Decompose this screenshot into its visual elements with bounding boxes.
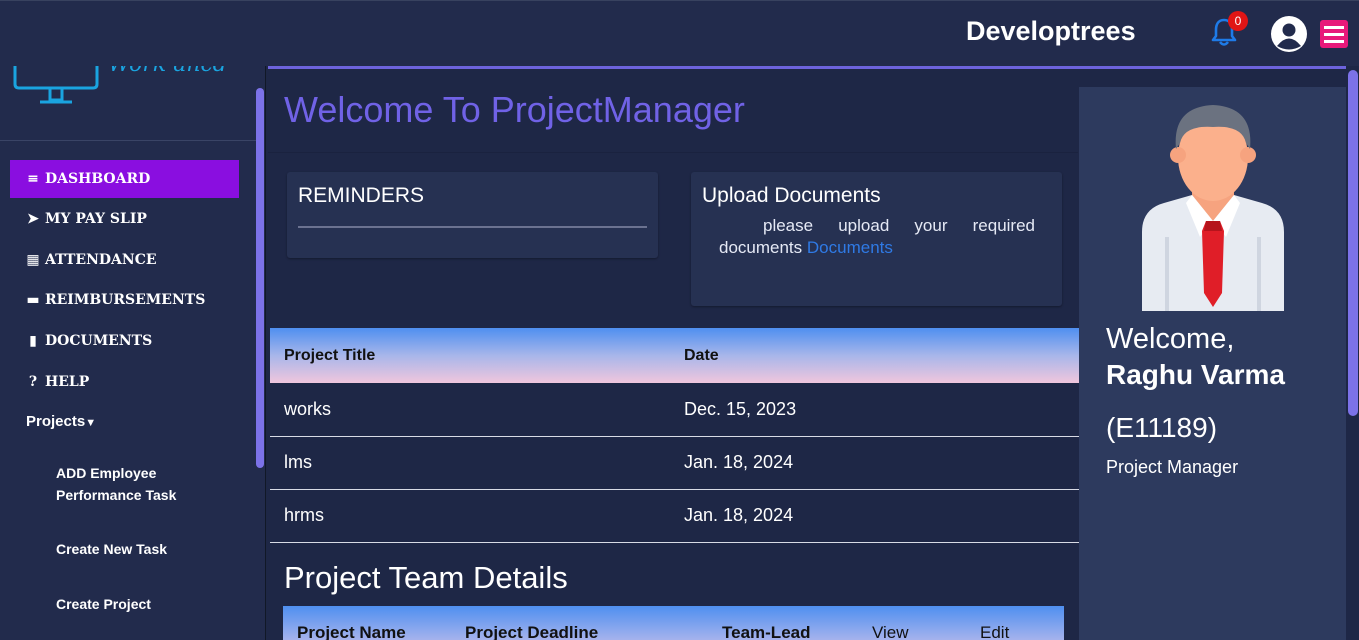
sidebar-item-reimbursements[interactable]: ▬ REIMBURSEMENTS [10, 281, 239, 319]
sidebar-item-label: MY PAY SLIP [45, 211, 147, 227]
logo[interactable]: Work ancd [0, 66, 256, 141]
profile-avatar-image [1142, 97, 1284, 311]
sidebar-subitem-create-new-task[interactable]: Create New Task [56, 538, 167, 560]
notification-count-badge: 0 [1228, 11, 1248, 31]
column-header: Project Name [297, 623, 406, 640]
sidebar-item-my-pay-slip[interactable]: ➤ MY PAY SLIP [10, 200, 239, 238]
profile-role: Project Manager [1106, 457, 1239, 477]
bars-icon: ≡ [27, 171, 39, 187]
project-title-cell: works [284, 398, 332, 419]
menu-bar-icon [1324, 39, 1344, 43]
project-date-cell: Jan. 18, 2024 [684, 505, 794, 525]
reminders-title: REMINDERS [298, 184, 425, 207]
column-header: Project Deadline [465, 623, 599, 640]
project-date-cell: Jan. 18, 2024 [684, 452, 794, 472]
user-avatar-icon[interactable] [1270, 15, 1308, 53]
projects-label: Projects [26, 413, 86, 430]
sidebar-item-dashboard[interactable]: ≡ DASHBOARD [10, 160, 239, 198]
sidebar-item-attendance[interactable]: ▦ ATTENDANCE [10, 241, 239, 279]
team-table-header: Project Name Project Deadline Team-Lead … [283, 606, 1064, 640]
sidebar-subitem-create-project[interactable]: Create Project [56, 593, 151, 615]
page-title: Welcome To ProjectManager [284, 89, 745, 130]
profile-employee-id: (E11189) [1106, 412, 1218, 443]
sidebar-subitem-add-employee-performance-task[interactable]: ADD Employee Performance Task [56, 462, 206, 506]
divider [298, 226, 647, 228]
table-row[interactable]: hrms Jan. 18, 2024 [270, 489, 1080, 542]
menu-bar-icon [1324, 32, 1344, 36]
question-circle-icon: ? [28, 374, 38, 390]
profile-user-name: Raghu Varma [1106, 359, 1285, 390]
column-header: Edit [980, 623, 1010, 640]
main-content: Welcome To ProjectManager REMINDERS Uplo… [268, 66, 1346, 640]
profile-welcome-text: Welcome, [1106, 323, 1235, 355]
brand-title: Developtrees [966, 16, 1136, 46]
sidebar-item-label: HELP [45, 374, 90, 390]
documents-link[interactable]: Documents [807, 238, 893, 257]
table-header-row: Project Title Date [270, 328, 1080, 383]
hamburger-menu-button[interactable] [1320, 20, 1348, 48]
paper-plane-icon: ➤ [27, 211, 39, 227]
table-row[interactable]: lms Jan. 18, 2024 [270, 436, 1080, 489]
projects-dropdown-toggle[interactable]: Projects▼ [26, 413, 96, 430]
sidebar-item-label: DASHBOARD [45, 171, 151, 187]
caret-down-icon: ▼ [85, 417, 97, 429]
upload-documents-title: Upload Documents [702, 184, 881, 207]
upload-documents-text: please upload your required documents Do… [719, 215, 1035, 259]
table-row[interactable]: works Dec. 15, 2023 [270, 383, 1080, 436]
sidebar-item-documents[interactable]: ▮ DOCUMENTS [10, 322, 239, 360]
logo-text: Work ancd [108, 66, 227, 77]
column-header: Date [684, 346, 719, 364]
reminders-card: REMINDERS [287, 172, 658, 258]
sidebar-item-help[interactable]: ? HELP [10, 363, 239, 401]
team-details-title: Project Team Details [284, 560, 568, 595]
file-icon: ▮ [29, 333, 37, 349]
sidebar-item-label: ATTENDANCE [45, 252, 157, 268]
sidebar-item-label: REIMBURSEMENTS [45, 292, 206, 308]
column-header: Team-Lead [722, 623, 811, 640]
main-scrollbar[interactable] [1348, 70, 1358, 416]
welcome-banner: Welcome To ProjectManager [268, 69, 1078, 153]
project-date-cell: Dec. 15, 2023 [684, 398, 797, 419]
sidebar: Work ancd ≡ DASHBOARD ➤ MY PAY SLIP ▦ AT… [0, 66, 266, 640]
column-header: Project Title [284, 346, 376, 364]
credit-card-icon: ▬ [26, 292, 40, 308]
column-header: View [872, 623, 909, 640]
sidebar-scrollbar[interactable] [256, 88, 264, 468]
project-title-cell: hrms [284, 505, 324, 525]
profile-card: Welcome, Raghu Varma (E11189) Project Ma… [1079, 87, 1346, 640]
top-navbar: Developtrees 0 [0, 0, 1359, 66]
projects-table: Project Title Date works Dec. 15, 2023 l… [270, 328, 1080, 543]
upload-documents-card: Upload Documents please upload your requ… [691, 172, 1062, 306]
menu-bar-icon [1324, 25, 1344, 29]
calendar-icon: ▦ [26, 252, 40, 268]
sidebar-item-label: DOCUMENTS [45, 333, 153, 349]
project-title-cell: lms [284, 452, 312, 472]
